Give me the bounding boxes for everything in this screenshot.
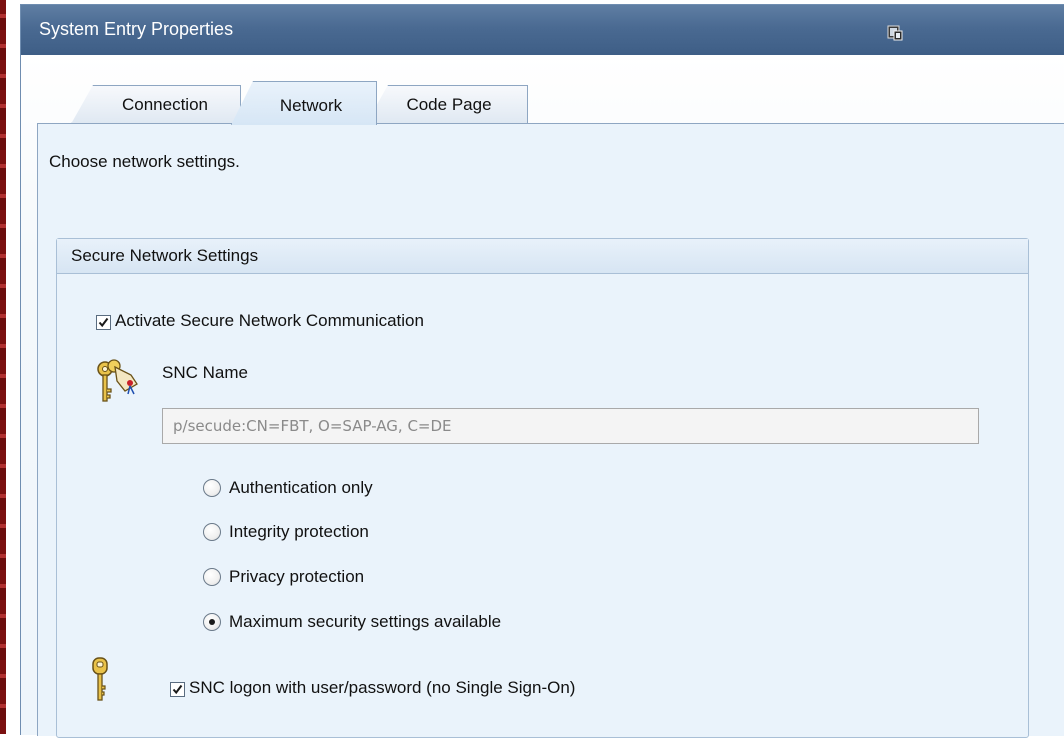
tab-code-page-label: Code Page: [406, 95, 492, 114]
radio-authentication-only-label[interactable]: Authentication only: [229, 478, 373, 498]
radio-integrity-protection-label[interactable]: Integrity protection: [229, 522, 369, 542]
tab-strip: Connection Code Page Network: [71, 81, 591, 125]
window-title: System Entry Properties: [39, 19, 234, 39]
system-entry-properties-dialog: System Entry Properties Connection Code …: [20, 4, 1064, 738]
title-bar[interactable]: System Entry Properties: [21, 5, 1064, 55]
radio-authentication-only[interactable]: [203, 479, 221, 497]
snc-name-field[interactable]: p/secude:CN=FBT, O=SAP-AG, C=DE: [162, 408, 979, 444]
radio-integrity-protection[interactable]: [203, 523, 221, 541]
keys-tag-icon: [93, 357, 141, 407]
radio-maximum-security[interactable]: [203, 613, 221, 631]
group-header: Secure Network Settings: [57, 239, 1028, 274]
tab-connection[interactable]: Connection: [71, 85, 241, 124]
tab-code-page[interactable]: Code Page: [366, 85, 528, 124]
network-tab-panel: Choose network settings. Secure Network …: [37, 123, 1064, 738]
window-restore-icon[interactable]: [887, 25, 903, 41]
radio-selected-dot: [209, 619, 215, 625]
tab-network-label: Network: [279, 96, 343, 115]
dialog-client-area: Connection Code Page Network Choose netw…: [21, 55, 1064, 738]
radio-maximum-security-label[interactable]: Maximum security settings available: [229, 612, 501, 632]
background-window-edge: [0, 0, 6, 734]
tab-connection-label: Connection: [121, 95, 208, 114]
radio-privacy-protection[interactable]: [203, 568, 221, 586]
snc-logon-label[interactable]: SNC logon with user/password (no Single …: [189, 678, 575, 698]
snc-logon-checkbox[interactable]: [170, 682, 185, 697]
key-icon: [91, 657, 109, 703]
instruction-text: Choose network settings.: [49, 152, 240, 171]
activate-snc-label[interactable]: Activate Secure Network Communication: [115, 311, 424, 331]
group-title: Secure Network Settings: [71, 246, 259, 265]
radio-privacy-protection-label[interactable]: Privacy protection: [229, 567, 364, 587]
tab-network[interactable]: Network: [231, 81, 377, 125]
snc-name-label: SNC Name: [162, 363, 248, 382]
activate-snc-checkbox[interactable]: [96, 315, 111, 330]
secure-network-settings-group: Secure Network Settings Activate Secure …: [56, 238, 1029, 738]
